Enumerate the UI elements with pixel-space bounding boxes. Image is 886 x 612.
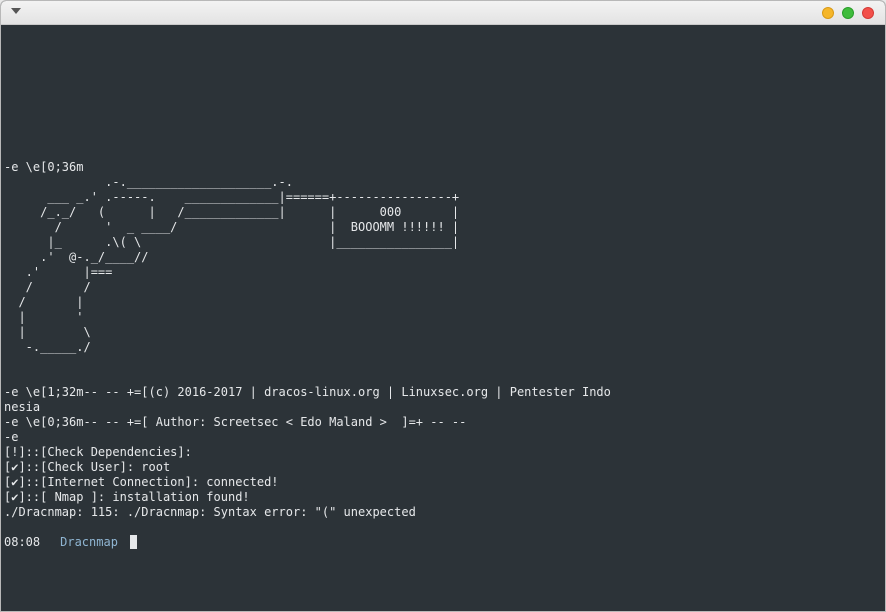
prompt-time: 08:08 [4, 535, 41, 549]
title-bar [1, 1, 885, 25]
terminal-output: -e \e[0;36m .-.____________________.-. _… [4, 160, 611, 519]
text-cursor [129, 535, 137, 549]
shell-prompt[interactable]: 08:08 Dracnmap [4, 535, 137, 550]
chevron-down-icon [11, 8, 21, 14]
close-button[interactable] [862, 7, 874, 19]
terminal-area[interactable]: -e \e[0;36m .-.____________________.-. _… [1, 25, 885, 611]
window-controls [822, 7, 874, 19]
maximize-button[interactable] [842, 7, 854, 19]
prompt-directory: Dracnmap [60, 535, 118, 549]
minimize-button[interactable] [822, 7, 834, 19]
window-menu-button[interactable] [9, 8, 23, 18]
terminal-window: -e \e[0;36m .-.____________________.-. _… [0, 0, 886, 612]
